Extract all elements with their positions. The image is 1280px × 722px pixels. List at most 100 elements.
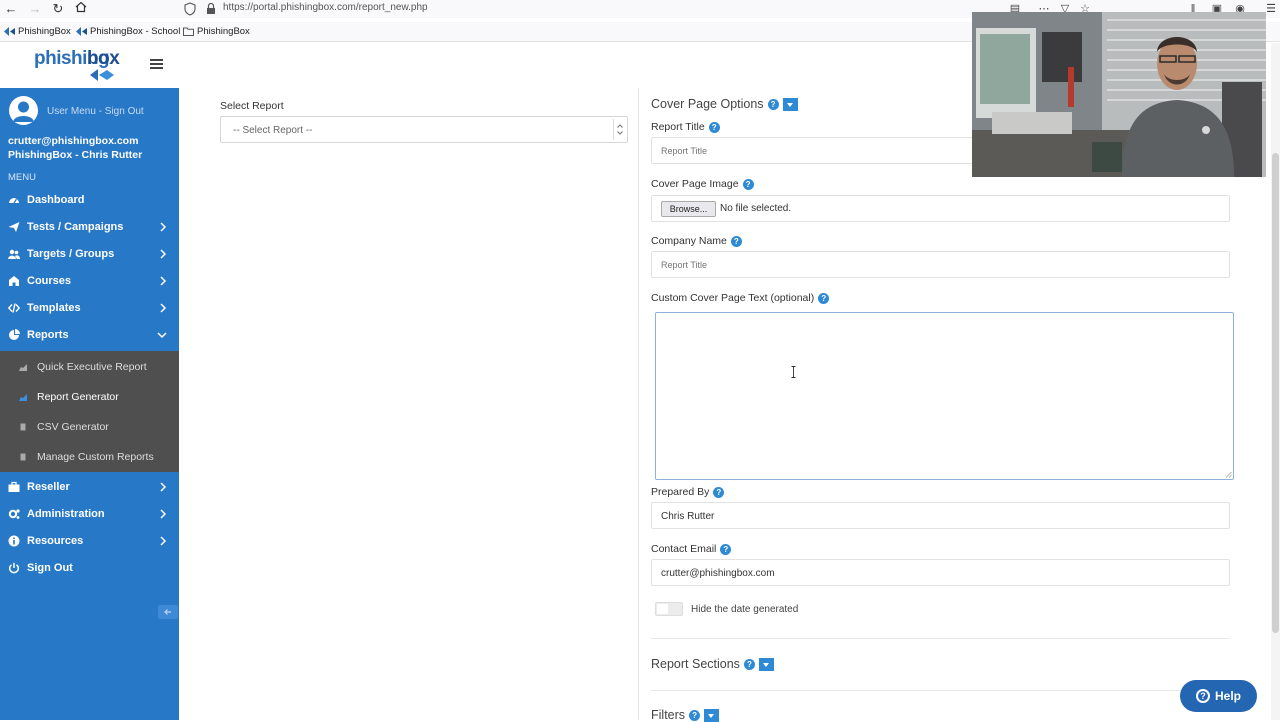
select-report-dropdown[interactable]: -- Select Report -- bbox=[220, 116, 628, 143]
sidebar-item-label: Sign Out bbox=[27, 562, 73, 574]
sidebar-item-reseller[interactable]: Reseller bbox=[0, 474, 179, 500]
custom-cover-text-label-text: Custom Cover Page Text (optional) bbox=[651, 292, 815, 304]
bookmark-label: PhishingBox bbox=[18, 26, 71, 37]
sidebar-item-templates[interactable]: Templates bbox=[0, 295, 179, 321]
cover-page-options-header[interactable]: Cover Page Options ? bbox=[651, 97, 798, 111]
reports-submenu: Quick Executive Report Report Generator … bbox=[0, 351, 179, 472]
sidebar-item-tests-campaigns[interactable]: Tests / Campaigns bbox=[0, 214, 179, 240]
report-title-label: Report Title ? bbox=[651, 121, 720, 133]
folder-icon bbox=[183, 27, 194, 36]
url-bar[interactable]: https://portal.phishingbox.com/report_ne… bbox=[223, 2, 428, 13]
help-button-label: Help bbox=[1214, 689, 1241, 703]
help-question-icon[interactable]: ? bbox=[708, 121, 720, 133]
report-select-column: Select Report -- Select Report -- bbox=[191, 88, 639, 720]
file-icon bbox=[20, 423, 26, 431]
area-chart-icon bbox=[19, 364, 27, 371]
sidebar-item-resources[interactable]: Resources bbox=[0, 528, 179, 554]
hide-date-label: Hide the date generated bbox=[691, 604, 799, 615]
chevron-right-icon bbox=[160, 276, 167, 286]
submenu-item-quick-executive-report[interactable]: Quick Executive Report bbox=[0, 352, 179, 382]
bookmark-phishingbox-school[interactable]: PhishingBox - School bbox=[76, 26, 180, 37]
submenu-item-label: Quick Executive Report bbox=[37, 361, 147, 373]
sidebar-item-label: Tests / Campaigns bbox=[27, 221, 124, 233]
report-sections-header[interactable]: Report Sections ? bbox=[651, 657, 774, 671]
avatar[interactable] bbox=[9, 96, 38, 125]
hide-date-toggle[interactable] bbox=[655, 602, 683, 616]
back-icon[interactable]: ← bbox=[3, 1, 19, 17]
company-name-input[interactable] bbox=[651, 251, 1230, 278]
dashboard-icon bbox=[9, 198, 19, 204]
sidebar-item-courses[interactable]: Courses bbox=[0, 268, 179, 294]
phishingbox-logo[interactable]: phishing box bbox=[34, 48, 120, 84]
sidebar-item-administration[interactable]: Administration bbox=[0, 501, 179, 527]
contact-email-label: Contact Email ? bbox=[651, 543, 732, 555]
file-status: No file selected. bbox=[720, 203, 792, 214]
help-circle-icon: ? bbox=[1195, 689, 1210, 703]
help-button[interactable]: ? Help bbox=[1180, 680, 1257, 712]
select-arrow bbox=[613, 119, 625, 140]
browse-button[interactable]: Browse... bbox=[661, 201, 716, 217]
chevron-down-icon bbox=[157, 332, 167, 339]
bookmark-phishingbox[interactable]: PhishingBox bbox=[4, 26, 71, 37]
bookmark-label: PhishingBox - School bbox=[90, 26, 181, 37]
submenu-item-report-generator[interactable]: Report Generator bbox=[0, 382, 179, 412]
main-content: Select Report -- Select Report -- Cover … bbox=[179, 88, 1280, 722]
chevron-right-icon bbox=[160, 222, 167, 232]
sidebar-item-sign-out[interactable]: Sign Out bbox=[0, 555, 179, 581]
sidebar-item-label: Courses bbox=[27, 275, 72, 287]
custom-cover-text-area[interactable] bbox=[655, 312, 1234, 480]
cover-page-image-label-text: Cover Page Image bbox=[651, 178, 739, 190]
shield-icon[interactable] bbox=[184, 2, 196, 16]
submenu-item-csv-generator[interactable]: CSV Generator bbox=[0, 412, 179, 442]
reload-icon[interactable]: ↻ bbox=[50, 1, 66, 17]
help-question-icon[interactable]: ? bbox=[720, 543, 732, 555]
report-title-label-text: Report Title bbox=[651, 121, 705, 133]
select-report-value: -- Select Report -- bbox=[233, 125, 313, 136]
logo-fish-icon bbox=[90, 69, 114, 81]
power-icon bbox=[9, 562, 19, 574]
help-question-icon[interactable]: ? bbox=[743, 658, 755, 670]
browser-menu-icon[interactable]: ☰ bbox=[1264, 2, 1278, 16]
prepared-by-label-text: Prepared By bbox=[651, 486, 710, 498]
help-question-icon[interactable]: ? bbox=[818, 292, 830, 304]
cover-page-image-file-field[interactable]: Browse... No file selected. bbox=[651, 195, 1230, 222]
contact-email-input[interactable]: crutter@phishingbox.com bbox=[651, 559, 1230, 586]
sidebar: User Menu - Sign Out crutter@phishingbox… bbox=[0, 88, 179, 720]
sidebar-item-reports[interactable]: Reports bbox=[0, 322, 179, 348]
cogs-icon bbox=[8, 509, 20, 519]
help-question-icon[interactable]: ? bbox=[730, 235, 742, 247]
page-scrollbar[interactable] bbox=[1271, 43, 1280, 720]
cover-page-options-title: Cover Page Options bbox=[651, 97, 764, 111]
help-question-icon[interactable]: ? bbox=[689, 709, 701, 721]
help-question-icon[interactable]: ? bbox=[713, 486, 725, 498]
dropdown-toggle-icon[interactable] bbox=[758, 657, 774, 671]
logo-text-box: box bbox=[87, 48, 120, 69]
lock-icon[interactable] bbox=[205, 2, 217, 16]
cover-page-image-label: Cover Page Image ? bbox=[651, 178, 754, 190]
chevron-right-icon bbox=[160, 509, 167, 519]
bookmark-folder-phishingbox[interactable]: PhishingBox bbox=[183, 26, 250, 37]
sidebar-item-label: Resources bbox=[27, 535, 84, 547]
dropdown-toggle-icon[interactable] bbox=[782, 97, 798, 111]
help-question-icon[interactable]: ? bbox=[767, 98, 779, 110]
resize-handle-icon[interactable] bbox=[1225, 471, 1232, 478]
contact-email-label-text: Contact Email bbox=[651, 543, 717, 555]
scrollbar-thumb[interactable] bbox=[1272, 153, 1279, 633]
help-question-icon[interactable]: ? bbox=[742, 178, 754, 190]
file-icon bbox=[20, 453, 26, 461]
home-icon[interactable] bbox=[73, 1, 89, 17]
forward-icon[interactable]: → bbox=[27, 1, 43, 17]
hamburger-menu-icon[interactable] bbox=[150, 59, 163, 69]
user-menu-links[interactable]: User Menu - Sign Out bbox=[47, 106, 144, 117]
sidebar-collapse-button[interactable] bbox=[158, 605, 178, 619]
submenu-item-label: Report Generator bbox=[37, 391, 119, 403]
company-name-label-text: Company Name bbox=[651, 235, 727, 247]
prepared-by-label: Prepared By ? bbox=[651, 486, 725, 498]
chart-pie-icon bbox=[9, 329, 20, 340]
sidebar-item-targets-groups[interactable]: Targets / Groups bbox=[0, 241, 179, 267]
report-sections-title: Report Sections bbox=[651, 657, 740, 671]
prepared-by-input[interactable]: Chris Rutter bbox=[651, 502, 1230, 529]
divider bbox=[651, 638, 1230, 639]
submenu-item-manage-custom-reports[interactable]: Manage Custom Reports bbox=[0, 442, 179, 472]
sidebar-item-dashboard[interactable]: Dashboard bbox=[0, 187, 179, 213]
